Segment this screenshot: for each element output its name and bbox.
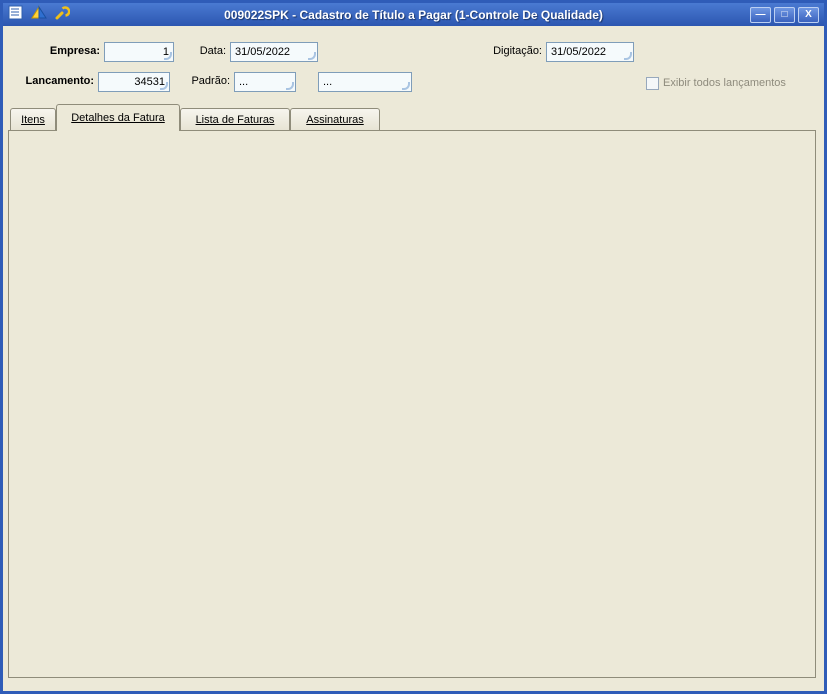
- title-bar: 009022SPK - Cadastro de Título a Pagar (…: [3, 3, 824, 26]
- data-field[interactable]: 31/05/2022: [230, 42, 318, 62]
- data-label: Data:: [176, 44, 226, 59]
- minimize-button[interactable]: —: [750, 7, 771, 23]
- exibir-label: Exibir todos lançamentos: [663, 76, 786, 91]
- digitacao-label: Digitação:: [460, 44, 542, 59]
- padrao-field-1[interactable]: ...: [234, 72, 296, 92]
- app-logo-icon: [30, 5, 48, 24]
- maximize-button[interactable]: □: [774, 7, 795, 23]
- lancamento-field[interactable]: 34531: [98, 72, 170, 92]
- padrao-field-2[interactable]: ...: [318, 72, 412, 92]
- title-bar-icons: [3, 5, 70, 24]
- digitacao-field[interactable]: 31/05/2022: [546, 42, 634, 62]
- wrench-icon: [54, 5, 70, 24]
- empresa-label: Empresa:: [18, 44, 100, 59]
- exibir-checkbox[interactable]: [646, 77, 659, 90]
- lancamento-label: Lancamento:: [2, 74, 94, 89]
- report-icon: [8, 5, 24, 24]
- close-button[interactable]: X: [798, 7, 819, 23]
- padrao-label: Padrão:: [172, 74, 230, 89]
- application-window: 009022SPK - Cadastro de Título a Pagar (…: [0, 0, 827, 694]
- empresa-field[interactable]: 1: [104, 42, 174, 62]
- tab-lista-de-faturas[interactable]: Lista de Faturas: [180, 108, 290, 130]
- tab-itens[interactable]: Itens: [10, 108, 56, 130]
- tab-detalhes-da-fatura[interactable]: Detalhes da Fatura: [56, 104, 180, 131]
- window-controls: — □ X: [750, 7, 824, 23]
- tab-panel: [8, 130, 816, 678]
- tab-assinaturas[interactable]: Assinaturas: [290, 108, 380, 130]
- window-title: 009022SPK - Cadastro de Título a Pagar (…: [3, 8, 824, 22]
